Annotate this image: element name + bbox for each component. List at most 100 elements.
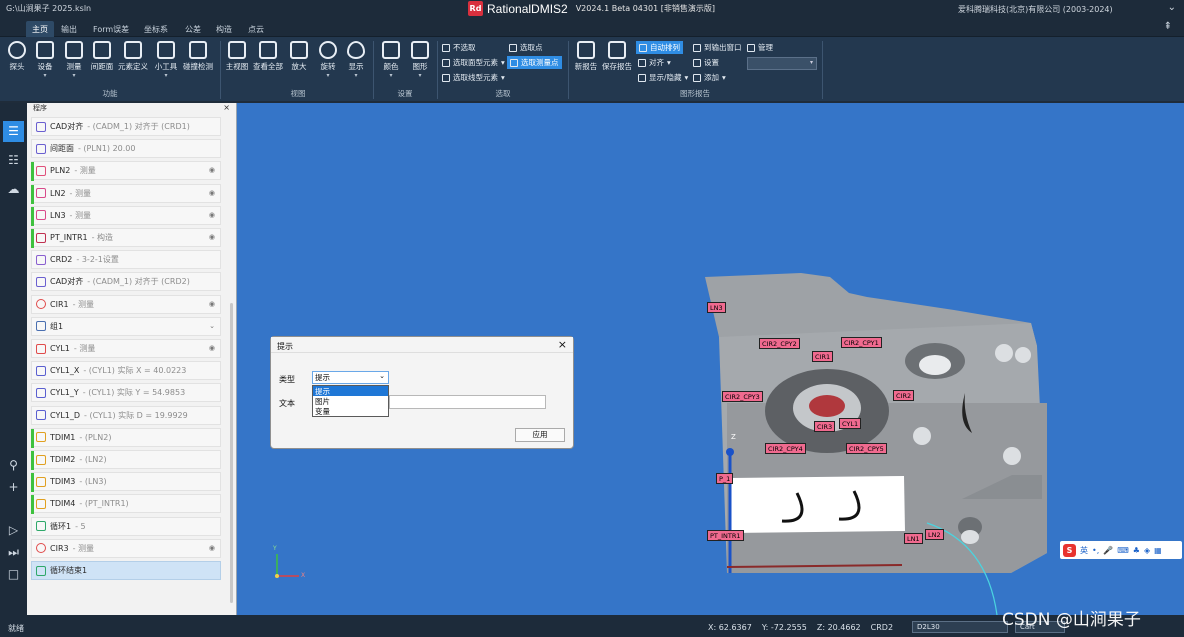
program-item[interactable]: LN2 - 测量 ◉ — [31, 183, 221, 204]
program-item[interactable]: 循环1 - 5 — [31, 516, 221, 536]
feature-label[interactable]: CIR2_CPY2 — [759, 338, 800, 349]
probe-select[interactable]: D2L30 — [912, 621, 1008, 633]
rotate-button[interactable]: 旋转 ▾ — [313, 41, 343, 79]
chevron-down-icon[interactable]: ⌄ — [209, 322, 215, 330]
microphone-icon[interactable]: 🎤 — [1103, 546, 1113, 555]
program-item[interactable]: CAD对齐 - (CADM_1) 对齐于 (CRD2) — [31, 272, 221, 292]
add-item[interactable]: 添加 ▾ — [693, 71, 726, 84]
stop-icon[interactable]: □ — [3, 564, 24, 585]
feature-label[interactable]: CIR2_CPY5 — [846, 443, 887, 454]
manage-item[interactable]: 管理 — [747, 41, 773, 54]
option-prompt[interactable]: 提示 — [313, 386, 388, 396]
program-item[interactable]: CRD2 - 3-2-1设置 — [31, 250, 221, 270]
feature-label[interactable]: CIR2_CPY3 — [722, 391, 763, 402]
to-output-item[interactable]: 到输出窗口 — [693, 41, 742, 54]
type-select[interactable]: 提示 ⌄ — [312, 371, 389, 384]
program-item[interactable]: LN3 - 测量 ◉ — [31, 205, 221, 226]
program-item[interactable]: TDIM4 - (PT_INTR1) — [31, 494, 221, 515]
tab-point-cloud[interactable]: 点云 — [242, 21, 270, 37]
feature-label[interactable]: CYL1 — [839, 418, 862, 429]
zoom-all-button[interactable]: 查看全部 — [253, 41, 283, 72]
skin-icon[interactable]: ♣ — [1133, 546, 1140, 555]
display-button[interactable]: 显示 ▾ — [341, 41, 371, 79]
feature-label[interactable]: CIR2_CPY4 — [765, 443, 806, 454]
program-item[interactable]: PT_INTR1 - 构造 ◉ — [31, 228, 221, 248]
add-icon[interactable]: + — [3, 477, 24, 498]
auto-arrange-item[interactable]: 自动排列 — [636, 41, 683, 54]
probe-button[interactable]: 探头 — [2, 41, 32, 72]
gap-plane-button[interactable]: 间距面 — [87, 41, 117, 72]
show-hide-item[interactable]: 显示/隐藏 ▾ — [638, 71, 688, 84]
graphics-button[interactable]: 图形 ▾ — [405, 41, 435, 79]
apply-button[interactable]: 应用 — [515, 428, 565, 442]
window-controls-icon[interactable]: ⌄ — [1168, 2, 1176, 13]
visibility-eye-icon[interactable]: ◉ — [209, 211, 215, 219]
feature-label[interactable]: LN3 — [707, 302, 726, 313]
search-icon[interactable]: ⚲ — [3, 455, 24, 476]
option-variable[interactable]: 变量 — [313, 406, 388, 416]
tab-tolerance[interactable]: 公差 — [179, 21, 207, 37]
close-icon[interactable]: × — [223, 103, 230, 112]
visibility-eye-icon[interactable]: ◉ — [209, 233, 215, 241]
program-item[interactable]: 组1 ⌄ — [31, 316, 221, 336]
color-button[interactable]: 颜色 ▾ — [376, 41, 406, 79]
feature-define-button[interactable]: 元素定义 — [118, 41, 148, 72]
visibility-eye-icon[interactable]: ◉ — [209, 300, 215, 308]
tree-view-icon[interactable]: ☷ — [3, 150, 24, 171]
program-item[interactable]: 间距面 - (PLN1) 20.00 — [31, 139, 221, 159]
visibility-eye-icon[interactable]: ◉ — [209, 544, 215, 552]
scrollbar[interactable] — [230, 303, 233, 603]
feature-label[interactable]: CIR2 — [893, 390, 915, 401]
close-icon[interactable]: × — [558, 338, 567, 351]
step-icon[interactable]: ⏭ — [3, 542, 24, 563]
tab-form-error[interactable]: Form误差 — [87, 21, 135, 37]
feature-label[interactable]: LN1 — [904, 533, 923, 544]
program-item[interactable]: TDIM2 - (LN2) — [31, 450, 221, 470]
program-item[interactable]: TDIM3 - (LN3) — [31, 472, 221, 493]
feature-label[interactable]: P_1 — [716, 473, 734, 484]
tab-coordinate[interactable]: 坐标系 — [138, 21, 174, 37]
zoom-in-button[interactable]: 放大 — [284, 41, 314, 72]
settings-item[interactable]: 设置 — [693, 56, 719, 69]
ime-lang[interactable]: 英 — [1080, 545, 1088, 556]
feature-label[interactable]: CIR3 — [814, 421, 836, 432]
program-item[interactable]: TDIM1 - (PLN2) — [31, 427, 221, 448]
feature-label[interactable]: CIR1 — [812, 351, 834, 362]
program-item[interactable]: 循环结束1 — [31, 561, 221, 580]
tab-construct[interactable]: 构造 — [210, 21, 238, 37]
tab-home[interactable]: 主页 — [26, 21, 54, 37]
visibility-eye-icon[interactable]: ◉ — [209, 166, 215, 174]
program-item[interactable]: CIR1 - 测量 ◉ — [31, 294, 221, 314]
text-input[interactable] — [389, 395, 546, 409]
home-view-button[interactable]: 主视图 — [222, 41, 252, 72]
program-item[interactable]: CYL1_D - (CYL1) 实际 D = 19.9929 — [31, 405, 221, 425]
measure-button[interactable]: 测量 ▾ — [59, 41, 89, 79]
play-icon[interactable]: ▷ — [3, 520, 24, 541]
program-item[interactable]: CYL1 - 测量 ◉ — [31, 339, 221, 358]
program-item[interactable]: CAD对齐 - (CADM_1) 对齐于 (CRD1) — [31, 117, 221, 136]
report-combo[interactable]: ▾ — [747, 57, 817, 70]
select-measure-point-item[interactable]: 选取测量点 — [507, 56, 562, 69]
ime-toolbar[interactable]: S 英 •, 🎤 ⌨ ♣ ◈ ▦ — [1060, 541, 1182, 559]
cloud-icon[interactable]: ☁ — [3, 179, 24, 200]
save-report-button[interactable]: 保存报告 — [602, 41, 632, 72]
keyboard-icon[interactable]: ⌨ — [1117, 546, 1129, 555]
game-icon[interactable]: ◈ — [1144, 546, 1150, 555]
new-report-button[interactable]: 新报告 — [571, 41, 601, 72]
select-none-item[interactable]: 不选取 — [442, 41, 476, 54]
feature-label[interactable]: LN2 — [925, 529, 944, 540]
tab-output[interactable]: 输出 — [55, 21, 83, 37]
device-button[interactable]: 设备 ▾ — [30, 41, 60, 79]
select-point-item[interactable]: 选取点 — [509, 41, 543, 54]
program-item[interactable]: PLN2 - 测量 ◉ — [31, 161, 221, 182]
feature-label[interactable]: CIR2_CPY1 — [841, 337, 882, 348]
toolbox-icon[interactable]: ▦ — [1154, 546, 1162, 555]
select-surface-item[interactable]: 选取面型元素 ▾ — [442, 56, 505, 69]
feature-label[interactable]: PT_INTR1 — [707, 530, 744, 541]
punctuation-icon[interactable]: •, — [1092, 546, 1099, 555]
program-item[interactable]: CIR3 - 测量 ◉ — [31, 538, 221, 558]
program-list-icon[interactable]: ☰ — [3, 121, 24, 142]
visibility-eye-icon[interactable]: ◉ — [209, 189, 215, 197]
align-item[interactable]: 对齐 ▾ — [638, 56, 671, 69]
select-line-item[interactable]: 选取线型元素 ▾ — [442, 71, 505, 84]
